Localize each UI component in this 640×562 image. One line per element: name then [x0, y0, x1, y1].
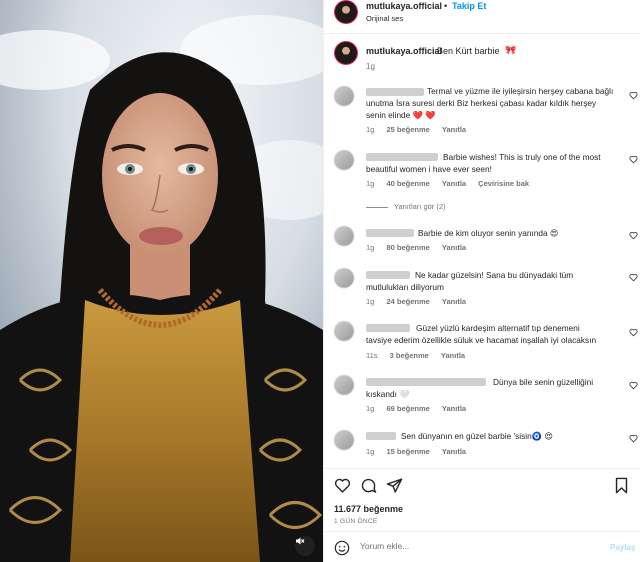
comment-time: 1g [366, 447, 375, 456]
reply-button[interactable]: Yanıtla [442, 404, 466, 413]
commenter-username-blurred[interactable] [366, 88, 424, 96]
comment-time: 1g [366, 404, 375, 413]
reply-button[interactable]: Yanıtla [442, 243, 466, 252]
emoji-icon[interactable] [334, 540, 350, 556]
comment-text-line: beautiful women i have ever seen! [366, 164, 492, 174]
view-replies-button[interactable]: Yanıtları gör (2) [366, 202, 446, 211]
comment-time: 1g [366, 179, 375, 188]
comment-text-line: Ne kadar güzelsin! Sana bu dünyadaki tüm [415, 270, 574, 280]
commenter-avatar[interactable] [334, 375, 354, 395]
post-media[interactable] [0, 0, 323, 562]
author-username[interactable]: mutlukaya.official [366, 1, 442, 11]
comment-likes[interactable]: 15 beğenme [386, 447, 429, 456]
comment-text-line: kıskandı 🤍 [366, 389, 410, 399]
header-separator: • [444, 1, 448, 11]
comment-time: 1g [366, 125, 375, 134]
comment-likes[interactable]: 24 beğenme [386, 297, 429, 306]
comment-text-line: Sen dünyanın en güzel barbie 'sisin🧿 😍 [401, 431, 554, 441]
reply-button[interactable]: Yanıtla [442, 125, 466, 134]
share-icon[interactable] [386, 477, 403, 494]
commenter-username-blurred[interactable] [366, 378, 486, 386]
heart-icon[interactable] [629, 381, 638, 390]
comment-text-line: tavsiye ederim özellikle süluk ve hacama… [366, 335, 597, 345]
heart-icon[interactable] [629, 231, 638, 240]
caption-username[interactable]: mutlukaya.official [366, 46, 442, 56]
comment-time: 11s [366, 351, 378, 360]
replies-divider [366, 206, 388, 208]
comment-meta: 1g 69 beğenme Yanıtla [366, 404, 476, 413]
portrait-photo [0, 0, 323, 562]
comment-time: 1g [366, 243, 375, 252]
post-action-bar [324, 468, 640, 508]
commenter-username-blurred[interactable] [366, 432, 396, 440]
commenter-username-blurred[interactable] [366, 324, 410, 332]
caption-time: 1g [366, 62, 375, 71]
reply-button[interactable]: Yanıtla [442, 447, 466, 456]
post-side-panel: mutlukaya.official • Takip Et Orijinal s… [323, 0, 640, 562]
sound-off-icon [296, 537, 305, 545]
author-avatar[interactable] [334, 0, 358, 24]
comment-text-line: Güzel yüzlü kardeşim alternatif tıp dene… [416, 323, 580, 333]
bookmark-icon[interactable] [613, 477, 630, 494]
comment-likes[interactable]: 25 beğenme [386, 125, 429, 134]
audio-label[interactable]: Orijinal ses [366, 14, 403, 23]
comment-icon[interactable] [360, 477, 377, 494]
commenter-avatar[interactable] [334, 430, 354, 450]
heart-icon[interactable] [629, 91, 638, 100]
comment-input[interactable] [360, 541, 590, 551]
like-heart-icon[interactable] [334, 477, 351, 494]
reply-button[interactable]: Yanıtla [442, 297, 466, 306]
sound-off-button[interactable] [295, 536, 315, 556]
commenter-avatar[interactable] [334, 226, 354, 246]
caption-emoji: 🎀 [505, 45, 517, 55]
comment-text-line: Barbie de kim oluyor senin yanında 😍 [418, 228, 559, 238]
comment-likes[interactable]: 3 beğenme [390, 351, 429, 360]
comment-meta: 1g 15 beğenme Yanıtla [366, 447, 476, 456]
comment-text-line: unutma İsra suresi derki Biz herkesi çab… [366, 98, 597, 108]
commenter-username-blurred[interactable] [366, 153, 438, 161]
like-count[interactable]: 11.677 beğenme [334, 504, 403, 514]
heart-icon[interactable] [629, 273, 638, 282]
comment-meta: 1g 40 beğenme Yanıtla Çevirisine bak [366, 179, 539, 188]
comment-text-line: mutlulukları diliyorum [366, 282, 444, 292]
caption-avatar[interactable] [334, 41, 358, 65]
post-viewer: mutlukaya.official • Takip Et Orijinal s… [0, 0, 640, 562]
commenter-avatar[interactable] [334, 150, 354, 170]
comment-text-line: Dünya bile senin güzelliğini [493, 377, 594, 387]
post-age: 1 GÜN ÖNCE [334, 518, 378, 525]
commenter-avatar[interactable] [334, 86, 354, 106]
comment-likes[interactable]: 69 beğenme [386, 404, 429, 413]
comment-time: 1g [366, 297, 375, 306]
comment-meta: 1g 25 beğenme Yanıtla [366, 125, 476, 134]
see-translation-button[interactable]: Çevirisine bak [478, 179, 529, 188]
commenter-avatar[interactable] [334, 268, 354, 288]
heart-icon[interactable] [629, 434, 638, 443]
reply-button[interactable]: Yanıtla [442, 179, 466, 188]
comment-meta: 1g 80 beğenme Yanıtla [366, 243, 476, 252]
commenter-username-blurred[interactable] [366, 229, 414, 237]
comment-text-line: Barbie wishes! This is truly one of the … [443, 152, 601, 162]
post-comment-button[interactable]: Paylaş [610, 543, 635, 552]
comment-meta: 1g 24 beğenme Yanıtla [366, 297, 476, 306]
view-replies-label: Yanıtları gör (2) [394, 202, 446, 211]
comment-meta: 11s 3 beğenme Yanıtla [366, 351, 475, 360]
reply-button[interactable]: Yanıtla [441, 351, 465, 360]
comment-text-line: senin elinde ❤️ ❤️ [366, 110, 436, 120]
follow-button[interactable]: Takip Et [452, 1, 486, 11]
heart-icon[interactable] [629, 328, 638, 337]
comment-likes[interactable]: 40 beğenme [386, 179, 429, 188]
caption-text: Ben Kürt barbie [437, 46, 500, 56]
comment-likes[interactable]: 80 beğenme [386, 243, 429, 252]
commenter-avatar[interactable] [334, 321, 354, 341]
comment-composer: Paylaş [324, 531, 640, 562]
heart-icon[interactable] [629, 155, 638, 164]
comment-text-line: Termal ve yüzme ile iyileşirsin herşey c… [427, 86, 614, 96]
post-header: mutlukaya.official • Takip Et Orijinal s… [324, 0, 640, 34]
commenter-username-blurred[interactable] [366, 271, 410, 279]
